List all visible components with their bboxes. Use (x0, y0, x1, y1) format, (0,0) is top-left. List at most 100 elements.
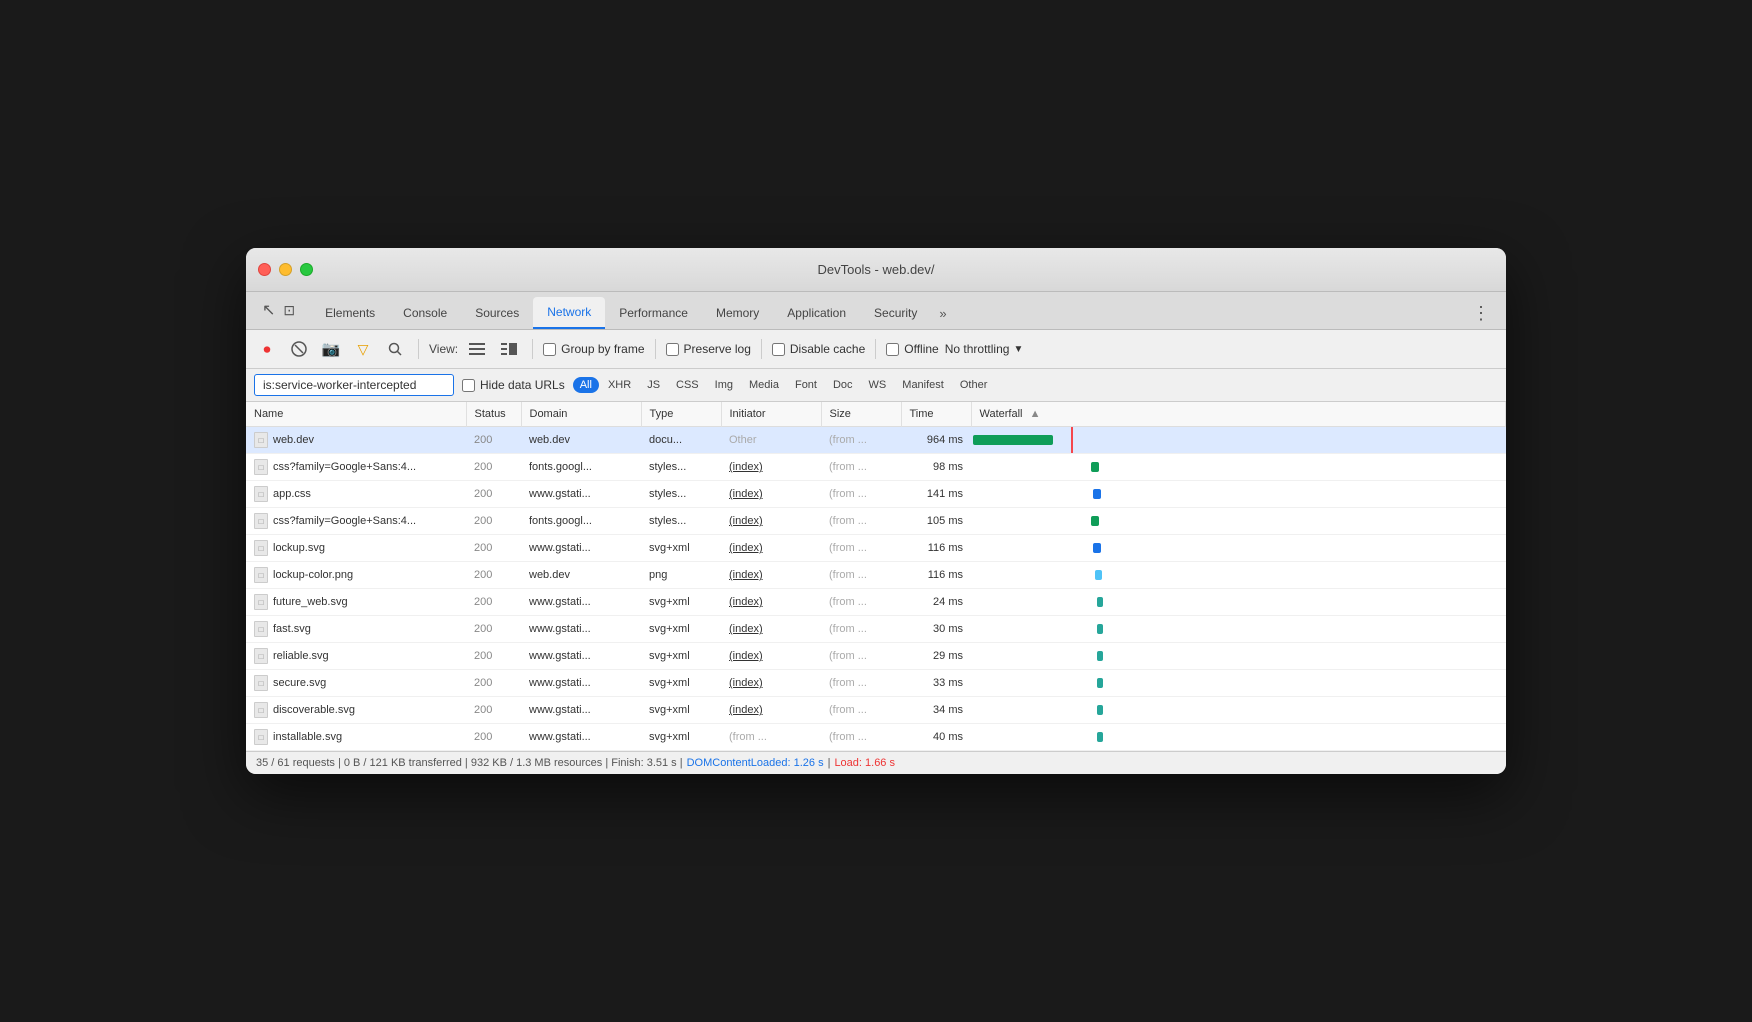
cell-size: (from ... (821, 454, 901, 481)
tab-performance[interactable]: Performance (605, 297, 702, 329)
device-icon[interactable]: ⊡ (283, 302, 295, 319)
table-row[interactable]: □ lockup.svg 200 www.gstati... svg+xml (… (246, 535, 1506, 562)
file-name: lockup.svg (273, 542, 325, 554)
filter-icon[interactable]: ▽ (350, 336, 376, 362)
filter-media-button[interactable]: Media (742, 377, 786, 393)
waterfall-bar (1093, 489, 1101, 499)
filter-font-button[interactable]: Font (788, 377, 824, 393)
filter-manifest-button[interactable]: Manifest (895, 377, 951, 393)
col-header-time[interactable]: Time (901, 402, 971, 427)
tab-console[interactable]: Console (389, 297, 461, 329)
view-detail-button[interactable] (496, 336, 522, 362)
cell-status: 200 (466, 427, 521, 454)
preserve-log-toggle[interactable]: Preserve log (666, 342, 751, 356)
maximize-button[interactable] (300, 263, 313, 276)
offline-label: Offline (904, 342, 938, 356)
tab-memory[interactable]: Memory (702, 297, 773, 329)
initiator-link[interactable]: (index) (729, 488, 763, 500)
filter-img-button[interactable]: Img (708, 377, 740, 393)
col-header-status[interactable]: Status (466, 402, 521, 427)
table-row[interactable]: □ app.css 200 www.gstati... styles... (i… (246, 481, 1506, 508)
col-header-type[interactable]: Type (641, 402, 721, 427)
cell-name: □ css?family=Google+Sans:4... (246, 454, 466, 481)
preserve-log-checkbox[interactable] (666, 343, 679, 356)
cell-name: □ installable.svg (246, 724, 466, 751)
table-row[interactable]: □ reliable.svg 200 www.gstati... svg+xml… (246, 643, 1506, 670)
devtools-menu-button[interactable]: ⋮ (1464, 297, 1498, 329)
col-header-waterfall[interactable]: Waterfall ▲ (971, 402, 1506, 427)
waterfall-bar (1097, 597, 1103, 607)
cell-waterfall (971, 724, 1506, 751)
table-row[interactable]: □ secure.svg 200 www.gstati... svg+xml (… (246, 670, 1506, 697)
cell-status: 200 (466, 508, 521, 535)
hide-data-urls-checkbox[interactable] (462, 379, 475, 392)
disable-cache-checkbox[interactable] (772, 343, 785, 356)
col-header-size[interactable]: Size (821, 402, 901, 427)
file-icon: □ (254, 432, 268, 448)
offline-toggle[interactable]: Offline (886, 342, 938, 356)
throttle-dropdown[interactable]: No throttling ▼ (945, 342, 1024, 356)
filter-doc-button[interactable]: Doc (826, 377, 860, 393)
more-tabs-button[interactable]: » (931, 297, 954, 329)
col-header-name[interactable]: Name (246, 402, 466, 427)
tabs-bar: ↖ ⊡ Elements Console Sources Network Per… (246, 292, 1506, 330)
cell-status: 200 (466, 454, 521, 481)
cell-domain: www.gstati... (521, 724, 641, 751)
waterfall-bar (1091, 516, 1099, 526)
initiator-link[interactable]: (index) (729, 596, 763, 608)
initiator-link[interactable]: (index) (729, 542, 763, 554)
cell-time: 40 ms (901, 724, 971, 751)
tab-network[interactable]: Network (533, 297, 605, 329)
offline-checkbox[interactable] (886, 343, 899, 356)
clear-button[interactable] (286, 336, 312, 362)
cell-domain: www.gstati... (521, 616, 641, 643)
filter-js-button[interactable]: JS (640, 377, 667, 393)
cell-size: (from ... (821, 643, 901, 670)
hide-data-urls-toggle[interactable]: Hide data URLs (462, 378, 565, 392)
initiator-link[interactable]: (index) (729, 650, 763, 662)
cell-initiator: (index) (721, 616, 821, 643)
tab-security[interactable]: Security (860, 297, 931, 329)
cursor-icon[interactable]: ↖ (262, 300, 275, 320)
initiator-link[interactable]: (index) (729, 461, 763, 473)
table-row[interactable]: □ css?family=Google+Sans:4... 200 fonts.… (246, 454, 1506, 481)
table-row[interactable]: □ fast.svg 200 www.gstati... svg+xml (in… (246, 616, 1506, 643)
tab-sources[interactable]: Sources (461, 297, 533, 329)
group-by-frame-checkbox[interactable] (543, 343, 556, 356)
filter-other-button[interactable]: Other (953, 377, 995, 393)
tab-application[interactable]: Application (773, 297, 860, 329)
minimize-button[interactable] (279, 263, 292, 276)
col-header-domain[interactable]: Domain (521, 402, 641, 427)
table-row[interactable]: □ lockup-color.png 200 web.dev png (inde… (246, 562, 1506, 589)
table-row[interactable]: □ discoverable.svg 200 www.gstati... svg… (246, 697, 1506, 724)
cell-domain: web.dev (521, 427, 641, 454)
group-by-frame-toggle[interactable]: Group by frame (543, 342, 644, 356)
filter-all-button[interactable]: All (573, 377, 599, 393)
table-row[interactable]: □ installable.svg 200 www.gstati... svg+… (246, 724, 1506, 751)
initiator-link[interactable]: (index) (729, 515, 763, 527)
tab-elements[interactable]: Elements (311, 297, 389, 329)
table-row[interactable]: □ future_web.svg 200 www.gstati... svg+x… (246, 589, 1506, 616)
close-button[interactable] (258, 263, 271, 276)
initiator-link[interactable]: (index) (729, 569, 763, 581)
filter-css-button[interactable]: CSS (669, 377, 706, 393)
cell-waterfall (971, 427, 1506, 454)
col-header-initiator[interactable]: Initiator (721, 402, 821, 427)
initiator-link[interactable]: (index) (729, 677, 763, 689)
cell-size: (from ... (821, 616, 901, 643)
cell-size: (from ... (821, 670, 901, 697)
table-row[interactable]: □ web.dev 200 web.dev docu... Other (fro… (246, 427, 1506, 454)
initiator-link[interactable]: (index) (729, 704, 763, 716)
view-list-button[interactable] (464, 336, 490, 362)
search-button[interactable] (382, 336, 408, 362)
disable-cache-toggle[interactable]: Disable cache (772, 342, 865, 356)
filter-input[interactable] (254, 374, 454, 396)
table-row[interactable]: □ css?family=Google+Sans:4... 200 fonts.… (246, 508, 1506, 535)
filter-xhr-button[interactable]: XHR (601, 377, 638, 393)
filter-ws-button[interactable]: WS (862, 377, 894, 393)
initiator-link[interactable]: (index) (729, 623, 763, 635)
camera-button[interactable]: 📷 (318, 336, 344, 362)
record-button[interactable]: ⏺ (254, 336, 280, 362)
cell-time: 30 ms (901, 616, 971, 643)
cell-type: docu... (641, 427, 721, 454)
